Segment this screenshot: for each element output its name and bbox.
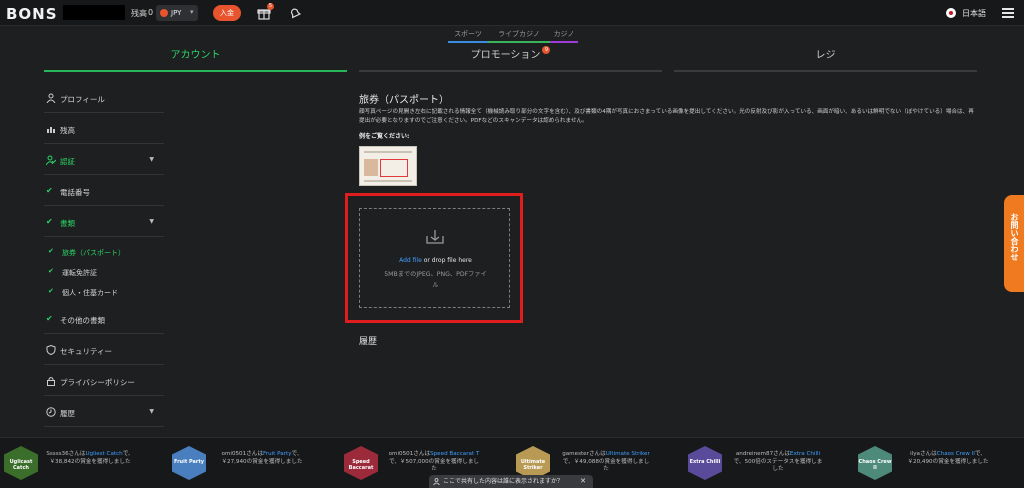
winner-text: gamesterさんはUltimate Strikerで、￥49,088の賞金を… (562, 451, 650, 472)
check-icon: ✔ (48, 267, 54, 275)
sidebar-item-label: その他の書類 (60, 316, 105, 325)
history-heading: 履歴 (359, 337, 378, 347)
sidebar-item-history[interactable]: 履歴 ▼ (44, 399, 164, 427)
balance-label: 残高 (131, 9, 147, 18)
chevron-down-icon: ▼ (149, 156, 154, 163)
balance-value: 0 (148, 8, 154, 17)
check-icon: ✔ (46, 314, 53, 323)
bell-icon[interactable] (288, 6, 302, 20)
tab-casino[interactable]: カジノ (550, 29, 578, 43)
sidebar-item-label: 書類 (60, 219, 75, 228)
chevron-down-icon: ▼ (149, 218, 154, 225)
sidebar-subitem-label: 旅券（パスポート） (62, 249, 125, 257)
sidebar-item-label: プロフィール (60, 95, 105, 104)
game-thumbnail-label: Uglicast Catch (9, 459, 33, 471)
sidebar-subitem-label: 運転免許証 (62, 269, 97, 277)
game-thumbnail-label: Speed Baccarat (348, 459, 374, 471)
sidebar-item-label: 認証 (60, 157, 75, 166)
sidebar-item-documents[interactable]: ✔ 書類 ▼ (44, 209, 164, 237)
sidebar-subitem-license[interactable]: ✔ 運転免許証 (44, 262, 164, 282)
sidebar-item-label: セキュリティー (60, 347, 113, 356)
upload-tray-icon (426, 230, 444, 244)
sidebar-item-security[interactable]: セキュリティー (44, 337, 164, 365)
game-thumbnail-label: Chaos Crew II (858, 459, 892, 471)
language-label[interactable]: 日本語 (962, 8, 986, 19)
file-dropzone[interactable]: Add file or drop file here 5MBまでのJPEG、PN… (359, 208, 510, 308)
sidebar-item-phone[interactable]: ✔ 電話番号 (44, 178, 164, 206)
gift-badge: 5 (267, 3, 274, 10)
sidebar-item-verification[interactable]: 認証 ▼ (44, 147, 164, 175)
tab-promotions[interactable]: プロモーション 9 (359, 46, 662, 72)
tab-account-label: アカウント (170, 50, 221, 61)
sidebar-subitem-passport[interactable]: ✔ 旅券（パスポート） (44, 242, 164, 262)
game-thumbnail-label: Extra Chilli (689, 459, 721, 465)
winner-item[interactable]: Extra Chilli andreinem87さんはExtra Chilliで… (688, 444, 858, 484)
contact-us-tab[interactable]: お問い合わせ (1004, 195, 1024, 292)
top-bar: BONS 残高 0 JPY ▾ 入金 5 日本語 (0, 0, 1024, 26)
currency-select[interactable]: JPY ▾ (156, 5, 198, 21)
clock-icon (46, 407, 56, 417)
passport-photo (364, 159, 378, 176)
sidebar-item-label: 履歴 (60, 409, 75, 418)
example-passport-image (359, 146, 417, 186)
currency-label: JPY (171, 9, 182, 17)
winner-text: omi0501さんはFruit Partyで、￥27,940の賞金を獲得しました (221, 451, 303, 465)
sidebar-item-privacy[interactable]: プライバシーポリシー (44, 368, 164, 396)
user-check-icon (46, 155, 56, 165)
sidebar-item-profile[interactable]: プロフィール (44, 85, 164, 113)
tab-cashier[interactable]: レジ (674, 46, 977, 72)
winner-item[interactable]: Fruit Party omi0501さんはFruit Partyで、￥27,9… (172, 444, 342, 484)
logo[interactable]: BONS (6, 5, 58, 23)
game-thumbnail-label: Fruit Party (174, 459, 204, 465)
tab-live-casino[interactable]: ライブカジノ (488, 29, 550, 43)
share-notice-bar[interactable]: ここで共有した内容は誰に表示されますか？ ✕ (429, 475, 593, 488)
highlight-box (380, 159, 408, 177)
add-file-link[interactable]: Add file (399, 257, 422, 264)
game-thumbnail-label: Ultimate Striker (520, 459, 546, 471)
drop-text: or drop file here (421, 257, 472, 264)
deposit-button[interactable]: 入金 (213, 5, 241, 21)
share-notice-text: ここで共有した内容は誰に表示されますか？ (443, 478, 564, 485)
username-redacted (63, 5, 125, 20)
example-label: 例をご覧ください: (359, 133, 410, 140)
sidebar-item-label: 残高 (60, 126, 75, 135)
winner-item[interactable]: Chaos Crew II ilyaさんはChaos Crew IIで、￥20,… (858, 444, 1024, 484)
check-icon: ✔ (48, 287, 54, 295)
sidebar-subitem-label: 個人・住基カード (62, 289, 118, 297)
tab-promotions-label: プロモーション (470, 50, 541, 61)
tab-account[interactable]: アカウント (44, 46, 347, 72)
winner-text: andreinem87さんはExtra Chilliで、500倍のステータスを獲… (733, 451, 823, 472)
check-icon: ✔ (46, 186, 53, 195)
sidebar-item-label: 電話番号 (60, 188, 90, 197)
chevron-down-icon: ▾ (190, 8, 194, 16)
coins-icon (47, 127, 55, 133)
sidebar-item-label: プライバシーポリシー (60, 378, 135, 387)
upload-prompt: Add file or drop file here (360, 257, 511, 264)
winner-text: ilyaさんはChaos Crew IIで、￥20,490の賞金を獲得しました (907, 451, 989, 465)
hamburger-menu-icon[interactable] (1002, 8, 1014, 18)
chevron-down-icon: ▼ (149, 408, 154, 415)
share-user-icon (433, 478, 440, 485)
document-instructions: 顔写真ページの見開き左右に記載される情報全て（機械読み取り部分の文字を含む）、及… (359, 109, 974, 124)
winner-text: omi0501さんはSpeed Baccarat Tで、￥507,000の賞金を… (388, 451, 480, 472)
winner-item[interactable]: Uglicast Catch Sssss36さんはUgliest Catchで、… (4, 444, 174, 484)
close-icon[interactable]: ✕ (580, 475, 586, 488)
shield-icon (46, 345, 56, 355)
upload-hint: 5MBまでのJPEG、PNG、PDFファイル (384, 271, 487, 289)
check-icon: ✔ (48, 247, 54, 255)
winner-text: Sssss36さんはUgliest Catchで、￥38,842の賞金を獲得しま… (46, 451, 134, 465)
check-icon: ✔ (46, 217, 53, 226)
page-title: 旅券（パスポート） (359, 95, 449, 106)
sidebar-subitem-id-card[interactable]: ✔ 個人・住基カード (44, 282, 164, 302)
lock-icon (47, 377, 55, 386)
tab-sports[interactable]: スポーツ (448, 29, 488, 43)
japan-flag-icon[interactable] (946, 8, 956, 18)
sidebar-item-other-documents[interactable]: ✔ その他の書類 (44, 306, 164, 334)
tab-cashier-label: レジ (815, 50, 836, 61)
contact-us-label: お問い合わせ (1010, 213, 1019, 261)
sidebar-item-balance[interactable]: 残高 (44, 116, 164, 144)
user-icon (46, 93, 56, 103)
coin-icon (160, 9, 168, 17)
promo-badge: 9 (542, 46, 551, 54)
